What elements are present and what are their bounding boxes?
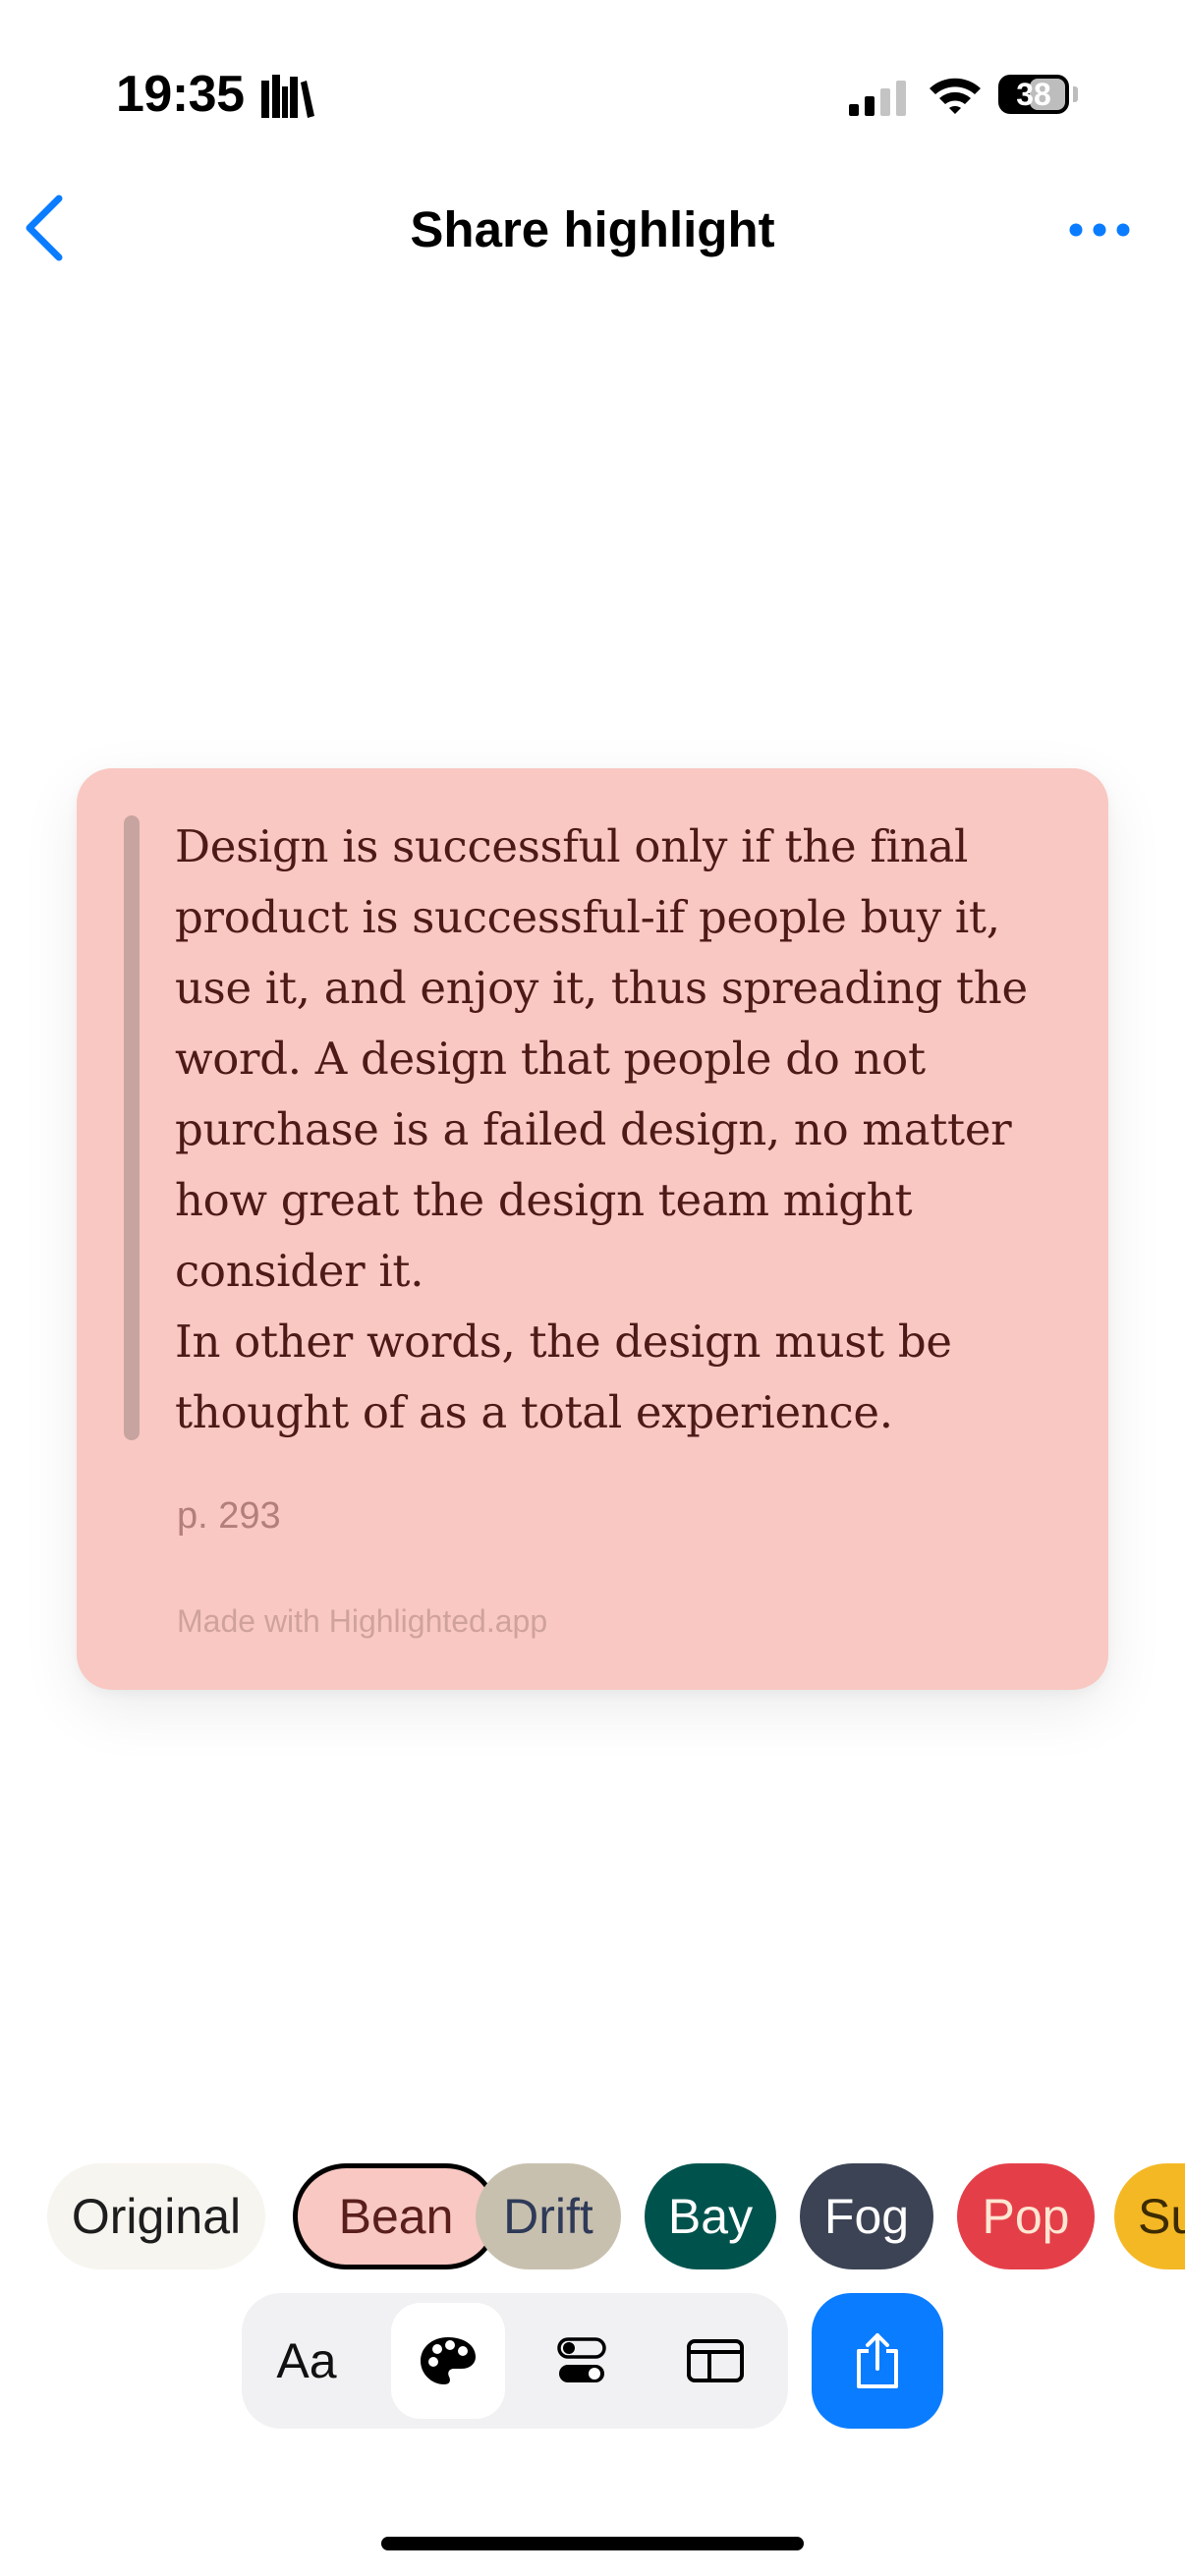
theme-chip-original[interactable]: Original — [47, 2163, 265, 2269]
battery-nub — [1073, 86, 1078, 102]
status-time: 19:35 — [116, 66, 245, 123]
page-number: p. 293 — [177, 1495, 281, 1537]
font-icon: Aa — [276, 2333, 337, 2388]
tool-bar: Aa — [242, 2293, 788, 2429]
theme-chip-bay[interactable]: Bay — [645, 2163, 776, 2269]
theme-chip-drift[interactable]: Drift — [476, 2163, 621, 2269]
quote-bar — [124, 815, 140, 1440]
theme-chip-fog[interactable]: Fog — [800, 2163, 933, 2269]
share-button[interactable] — [812, 2293, 943, 2429]
share-icon — [857, 2333, 898, 2388]
battery-level: 38 — [1016, 76, 1051, 112]
theme-picker: Original Bean Drift Bay Fog Pop Su — [47, 2163, 1185, 2269]
font-button[interactable]: Aa — [250, 2303, 364, 2419]
layout-button[interactable] — [658, 2303, 772, 2419]
highlight-card: Design is successful only if the final p… — [77, 768, 1108, 1690]
palette-icon — [421, 2337, 476, 2384]
wifi-icon — [930, 78, 981, 114]
options-button[interactable] — [525, 2303, 639, 2419]
layout-icon — [687, 2339, 744, 2382]
home-indicator — [381, 2537, 804, 2550]
theme-chip-pop[interactable]: Pop — [957, 2163, 1095, 2269]
quote-text: Design is successful only if the final p… — [175, 820, 1028, 1438]
theme-chip-su[interactable]: Su — [1114, 2163, 1185, 2269]
toggles-icon — [557, 2337, 606, 2382]
battery-icon: 38 — [998, 75, 1069, 114]
color-button[interactable] — [391, 2303, 505, 2419]
theme-chip-bean[interactable]: Bean — [293, 2163, 499, 2269]
more-button[interactable] — [1067, 212, 1132, 248]
ellipsis-icon — [1069, 223, 1130, 237]
made-with-watermark: Made with Highlighted.app — [177, 1603, 548, 1639]
books-icon — [261, 75, 314, 118]
signal-icon — [849, 81, 906, 116]
page-title: Share highlight — [410, 201, 775, 257]
